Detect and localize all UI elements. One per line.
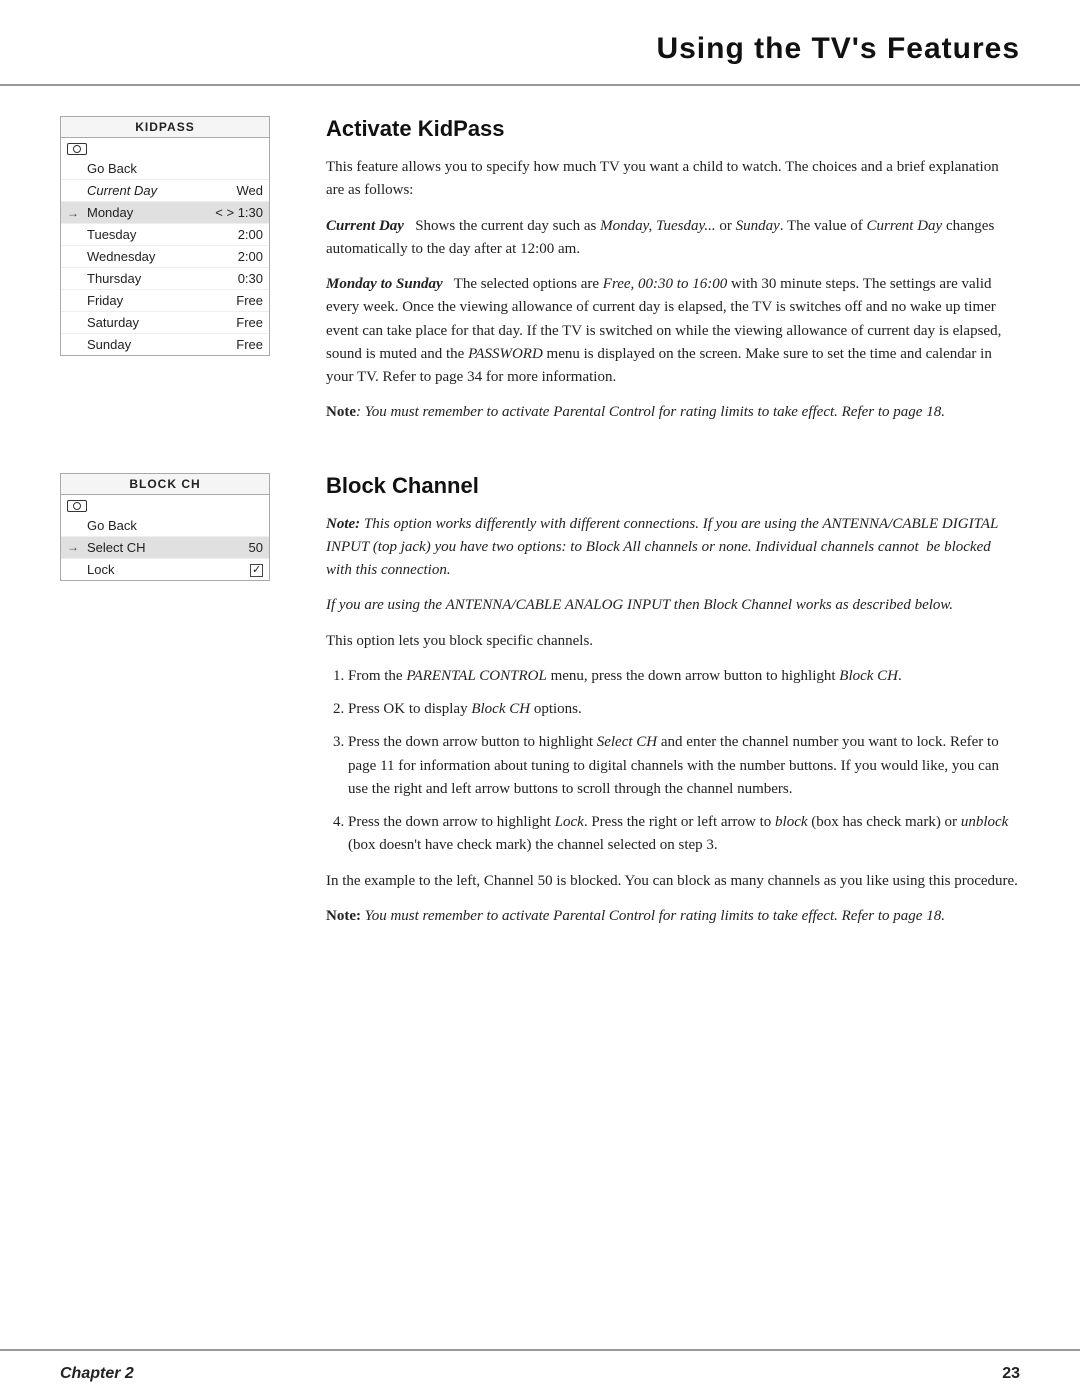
kidpass-label-sunday: Sunday — [83, 337, 223, 352]
blockchannel-step-2: Press OK to display Block CH options. — [348, 698, 1020, 721]
kidpass-label-thursday: Thursday — [83, 271, 223, 286]
page-footer: Chapter 2 23 — [0, 1349, 1080, 1397]
kidpass-currentday-examples: Monday, Tuesday... — [600, 218, 715, 234]
blockchannel-menu-box: BLOCK CH Go Back → Select CH 50 — [60, 473, 270, 581]
blockchannel-text-panel: Block Channel Note: This option works di… — [326, 473, 1020, 941]
step1-parental: PARENTAL CONTROL — [406, 668, 546, 684]
footer-page-number: 23 — [1002, 1365, 1020, 1383]
blockchannel-section: BLOCK CH Go Back → Select CH 50 — [60, 473, 1020, 941]
blockchannel-analog-note: If you are using the ANTENNA/CABLE ANALO… — [326, 594, 1020, 617]
blockchannel-value-lock — [223, 562, 263, 577]
kidpass-row-sunday: Sunday Free — [61, 334, 269, 355]
kidpass-row-thursday: Thursday 0:30 — [61, 268, 269, 290]
kidpass-sunday-term: Sunday — [736, 218, 780, 234]
page-header: Using the TV's Features — [0, 0, 1080, 86]
step1-blockch: Block CH — [839, 668, 898, 684]
blockchannel-menu-title: BLOCK CH — [61, 474, 269, 495]
kidpass-password-term: PASSWORD — [468, 346, 543, 362]
kidpass-note-bold: Note — [326, 404, 356, 420]
blockchannel-label-goback: Go Back — [83, 518, 223, 533]
blockchannel-note2: Note: You must remember to activate Pare… — [326, 905, 1020, 928]
blockchannel-example: In the example to the left, Channel 50 i… — [326, 870, 1020, 893]
kidpass-label-currentday: Current Day — [83, 183, 223, 198]
step4-unblock: unblock — [961, 814, 1008, 830]
step4-lock: Lock — [555, 814, 584, 830]
blockchannel-step-1: From the PARENTAL CONTROL menu, press th… — [348, 665, 1020, 688]
kidpass-row-goback: Go Back — [61, 158, 269, 180]
blockchannel-arrow-selectch: → — [67, 540, 83, 554]
blockchannel-icon-row — [61, 495, 269, 515]
kidpass-label-wednesday: Wednesday — [83, 249, 223, 264]
kidpass-menu-title: KIDPASS — [61, 117, 269, 138]
kidpass-free-term: Free, 00:30 to 16:00 — [603, 276, 727, 292]
kidpass-value-thursday: 0:30 — [223, 271, 263, 286]
blockchannel-intro: This option lets you block specific chan… — [326, 630, 1020, 653]
kidpass-row-monday: → Monday < > 1:30 — [61, 202, 269, 224]
kidpass-menu-box: KIDPASS Go Back Current Day Wed — [60, 116, 270, 356]
kidpass-value-saturday: Free — [223, 315, 263, 330]
kidpass-value-currentday: Wed — [223, 183, 263, 198]
kidpass-value-monday: < > 1:30 — [215, 205, 263, 220]
blockchannel-row-selectch: → Select CH 50 — [61, 537, 269, 559]
kidpass-value-tuesday: 2:00 — [223, 227, 263, 242]
kidpass-label-saturday: Saturday — [83, 315, 223, 330]
step3-selectch: Select CH — [597, 734, 657, 750]
kidpass-label-goback: Go Back — [83, 161, 223, 176]
blockchannel-step-4: Press the down arrow to highlight Lock. … — [348, 811, 1020, 858]
kidpass-row-friday: Friday Free — [61, 290, 269, 312]
kidpass-montosun-para: Monday to Sunday The selected options ar… — [326, 273, 1020, 389]
blockchannel-note1-bold: Note: — [326, 516, 360, 532]
blockchannel-row-lock: Lock — [61, 559, 269, 580]
kidpass-intro: This feature allows you to specify how m… — [326, 156, 1020, 203]
blockchannel-label-selectch: Select CH — [83, 540, 223, 555]
blockchannel-analog-text: If you are using the ANTENNA/CABLE ANALO… — [326, 597, 953, 613]
kidpass-text-panel: Activate KidPass This feature allows you… — [326, 116, 1020, 437]
kidpass-label-tuesday: Tuesday — [83, 227, 223, 242]
kidpass-note: Note: You must remember to activate Pare… — [326, 401, 1020, 424]
kidpass-value-friday: Free — [223, 293, 263, 308]
kidpass-currentday-term: Current Day — [326, 218, 404, 234]
blockchannel-note1: Note: This option works differently with… — [326, 513, 1020, 583]
kidpass-row-tuesday: Tuesday 2:00 — [61, 224, 269, 246]
kidpass-label-monday: Monday — [83, 205, 215, 220]
kidpass-currentday-para: Current Day Shows the current day such a… — [326, 215, 1020, 262]
blockchannel-section-title: Block Channel — [326, 473, 1020, 499]
blockchannel-note1-text: This option works differently with diffe… — [326, 516, 998, 579]
blockchannel-label-lock: Lock — [83, 562, 223, 577]
blockchannel-menu-panel: BLOCK CH Go Back → Select CH 50 — [60, 473, 290, 941]
kidpass-currentday-ref: Current Day — [867, 218, 943, 234]
step4-block: block — [775, 814, 807, 830]
blockchannel-row-goback: Go Back — [61, 515, 269, 537]
blockchannel-note2-bold: Note: — [326, 908, 361, 924]
kidpass-row-currentday: Current Day Wed — [61, 180, 269, 202]
kidpass-row-saturday: Saturday Free — [61, 312, 269, 334]
kidpass-value-sunday: Free — [223, 337, 263, 352]
kidpass-row-wednesday: Wednesday 2:00 — [61, 246, 269, 268]
kidpass-montosun-term: Monday to Sunday — [326, 276, 443, 292]
blockchannel-value-selectch: 50 — [223, 540, 263, 555]
blockchannel-steps: From the PARENTAL CONTROL menu, press th… — [348, 665, 1020, 858]
footer-chapter: Chapter 2 — [60, 1365, 134, 1383]
lock-checkbox — [250, 564, 263, 577]
main-content: KIDPASS Go Back Current Day Wed — [0, 86, 1080, 940]
kidpass-section-title: Activate KidPass — [326, 116, 1020, 142]
kidpass-label-friday: Friday — [83, 293, 223, 308]
vcr-icon-2 — [67, 498, 87, 512]
blockchannel-step-3: Press the down arrow button to highlight… — [348, 731, 1020, 801]
kidpass-menu-panel: KIDPASS Go Back Current Day Wed — [60, 116, 290, 437]
kidpass-section: KIDPASS Go Back Current Day Wed — [60, 116, 1020, 437]
step2-blockch: Block CH — [471, 701, 530, 717]
kidpass-note-text: : You must remember to activate Parental… — [356, 404, 945, 420]
kidpass-arrow-monday: → — [67, 206, 83, 220]
blockchannel-note2-text: You must remember to activate Parental C… — [365, 908, 945, 924]
vcr-icon — [67, 141, 87, 155]
kidpass-icon-row — [61, 138, 269, 158]
kidpass-value-wednesday: 2:00 — [223, 249, 263, 264]
page-title: Using the TV's Features — [60, 32, 1020, 66]
